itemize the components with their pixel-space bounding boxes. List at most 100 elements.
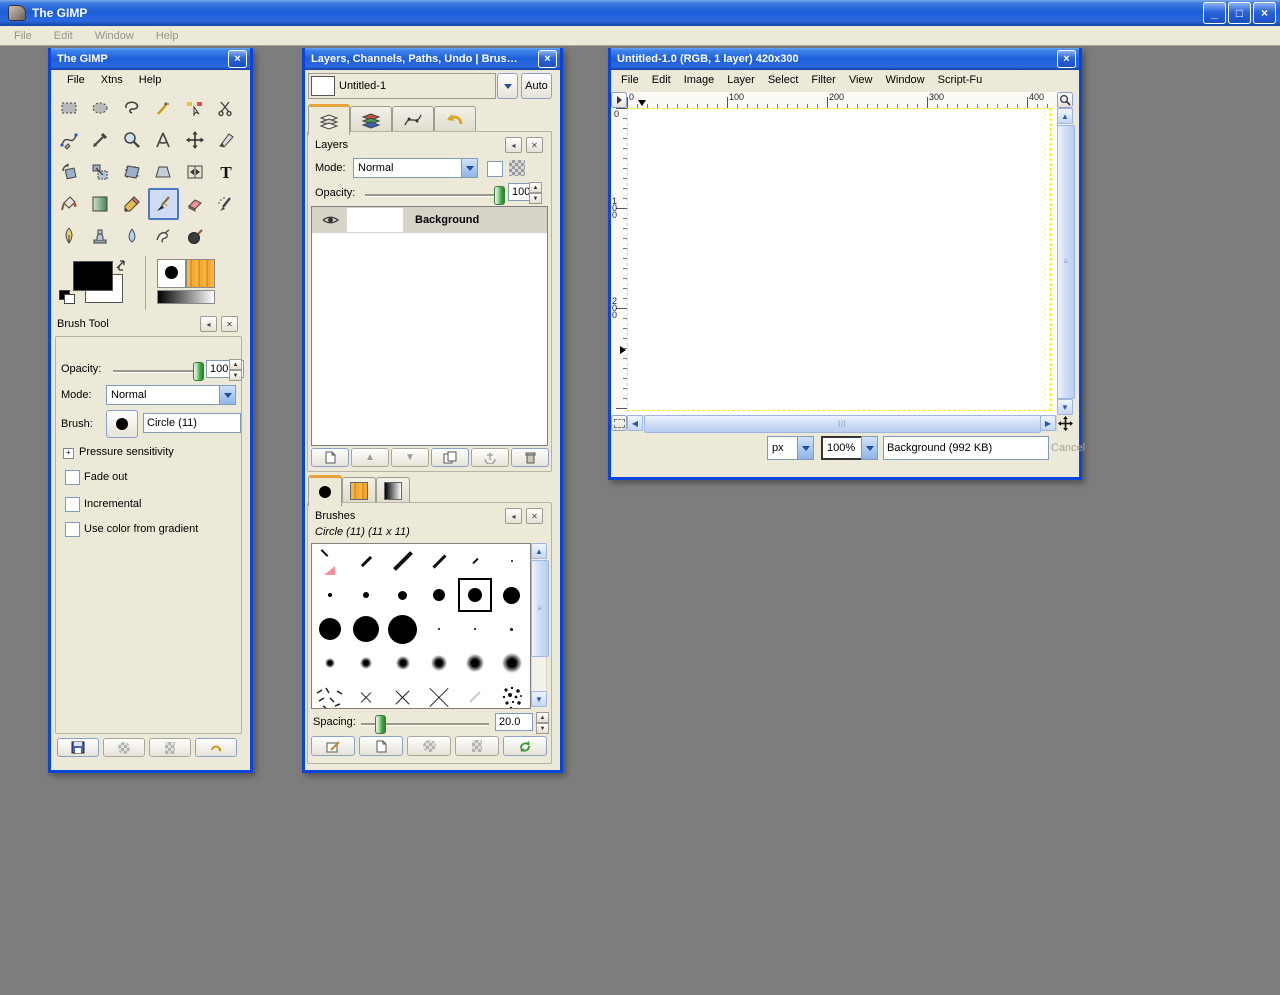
keep-transparency-checkbox[interactable] <box>487 161 503 177</box>
mode-dropdown[interactable]: Normal <box>106 385 236 405</box>
brush-item[interactable] <box>474 628 477 630</box>
tool-rotate[interactable] <box>53 156 85 188</box>
layers-opacity-slider[interactable] <box>365 186 505 205</box>
tool-airbrush[interactable] <box>211 188 243 220</box>
tool-move[interactable] <box>179 124 211 156</box>
vscroll-down-icon[interactable]: ▼ <box>1057 399 1073 415</box>
app-titlebar[interactable]: The GIMP _ □ × <box>0 0 1280 26</box>
default-colors-icon[interactable] <box>59 290 75 304</box>
brush-item[interactable] <box>363 592 370 598</box>
brush-item-selected[interactable] <box>458 578 493 612</box>
toolbox-menu-xtns[interactable]: Xtns <box>101 74 123 86</box>
brushes-dock-tab[interactable] <box>308 475 342 506</box>
brush-item[interactable] <box>433 589 446 601</box>
image-menu-file[interactable]: File <box>621 74 639 86</box>
brushes-menu-button[interactable]: ◂ <box>505 508 522 524</box>
spacing-value-field[interactable] <box>495 713 533 731</box>
tool-zoom[interactable] <box>116 124 148 156</box>
dock-close-button[interactable]: × <box>538 50 557 68</box>
undo-history-tab[interactable] <box>434 106 476 133</box>
tool-crop[interactable] <box>211 124 243 156</box>
tool-blur-sharpen[interactable] <box>116 220 148 252</box>
brush-scroll-down-icon[interactable]: ▼ <box>531 691 547 707</box>
brush-item[interactable] <box>431 655 448 671</box>
tool-flip[interactable] <box>179 156 211 188</box>
gradients-dock-tab[interactable] <box>376 477 410 504</box>
raise-layer-button[interactable]: ▲ <box>351 448 389 467</box>
tool-select-by-color[interactable] <box>179 92 211 124</box>
layers-mode-dropdown[interactable]: Normal <box>353 158 478 178</box>
tool-paths[interactable] <box>53 124 85 156</box>
brush-item[interactable] <box>472 557 479 565</box>
navigation-button[interactable] <box>1057 415 1073 431</box>
lower-layer-button[interactable]: ▼ <box>391 448 429 467</box>
mode-dropdown-button[interactable] <box>219 385 236 405</box>
brush-item[interactable] <box>312 544 348 578</box>
zoom-fit-button[interactable] <box>1057 92 1073 108</box>
toolbox-close-button[interactable]: × <box>228 50 247 68</box>
brush-item[interactable] <box>359 690 373 704</box>
image-titlebar[interactable]: Untitled-1.0 (RGB, 1 layer) 420x300 × <box>611 48 1079 70</box>
maximize-button[interactable]: □ <box>1228 2 1251 24</box>
quickmask-toggle-button[interactable] <box>611 415 627 431</box>
toolbox-menu-file[interactable]: File <box>67 74 85 86</box>
brush-preview-button[interactable] <box>106 410 138 438</box>
brush-indicator[interactable] <box>157 259 186 288</box>
app-menu-help[interactable]: Help <box>156 30 179 42</box>
toolbox-titlebar[interactable]: The GIMP × <box>51 48 250 70</box>
zoom-dropdown[interactable]: 100% <box>821 436 878 460</box>
delete-layer-button[interactable] <box>511 448 549 467</box>
tool-rectangle-select[interactable] <box>53 92 85 124</box>
canvas[interactable] <box>627 108 1057 415</box>
brush-item[interactable] <box>395 656 410 670</box>
vscroll-up-icon[interactable]: ▲ <box>1057 108 1073 124</box>
delete-options-button[interactable] <box>149 738 191 757</box>
new-brush-button[interactable] <box>359 736 403 756</box>
canvas-menu-button[interactable] <box>611 92 627 108</box>
app-menu-file[interactable]: File <box>14 30 32 42</box>
tool-text[interactable]: T <box>211 156 243 188</box>
tool-scissors-select[interactable] <box>211 92 243 124</box>
tool-free-select[interactable] <box>116 92 148 124</box>
brush-item[interactable] <box>325 658 336 668</box>
brush-item[interactable] <box>501 653 522 673</box>
brush-item[interactable] <box>392 551 413 571</box>
brush-item[interactable] <box>319 618 342 640</box>
brush-item[interactable] <box>466 654 485 672</box>
tool-color-picker[interactable] <box>85 124 117 156</box>
tool-ellipse-select[interactable] <box>85 92 117 124</box>
image-menu-image[interactable]: Image <box>684 74 715 86</box>
brush-item[interactable] <box>360 555 373 567</box>
layers-mode-dropdown-button[interactable] <box>461 158 478 178</box>
layers-menu-button[interactable]: ◂ <box>505 137 522 153</box>
brush-item[interactable] <box>393 688 412 707</box>
vertical-ruler[interactable]: 0 100 200 <box>611 108 628 415</box>
image-menu-filter[interactable]: Filter <box>811 74 835 86</box>
paths-tab[interactable] <box>392 106 434 133</box>
tool-ink[interactable] <box>53 220 85 252</box>
fade-out-checkbox[interactable] <box>65 470 80 485</box>
image-menu-layer[interactable]: Layer <box>727 74 755 86</box>
image-menu-view[interactable]: View <box>849 74 873 86</box>
opacity-slider-thumb[interactable] <box>193 362 204 381</box>
gradient-indicator[interactable] <box>157 290 215 304</box>
spacing-slider[interactable] <box>361 715 489 734</box>
image-selector[interactable]: Untitled-1 <box>308 73 496 99</box>
layer-visible-eye-icon[interactable] <box>322 214 339 226</box>
toolbox-menu-help[interactable]: Help <box>139 74 162 86</box>
image-menu-select[interactable]: Select <box>768 74 799 86</box>
brush-item[interactable] <box>426 684 452 708</box>
anchor-layer-button[interactable] <box>471 448 509 467</box>
brush-item[interactable] <box>328 593 333 597</box>
expander-plus-icon[interactable]: + <box>63 448 74 459</box>
duplicate-layer-button[interactable] <box>431 448 469 467</box>
hscroll-left-icon[interactable]: ◀ <box>627 415 643 431</box>
image-menu-window[interactable]: Window <box>886 74 925 86</box>
close-button[interactable]: × <box>1253 2 1276 24</box>
tool-gradient[interactable] <box>85 188 117 220</box>
tool-scale[interactable] <box>85 156 117 188</box>
refresh-brushes-button[interactable] <box>503 736 547 756</box>
auto-button[interactable]: Auto <box>521 73 552 99</box>
brush-item[interactable] <box>469 691 482 703</box>
brush-item[interactable] <box>388 614 418 644</box>
